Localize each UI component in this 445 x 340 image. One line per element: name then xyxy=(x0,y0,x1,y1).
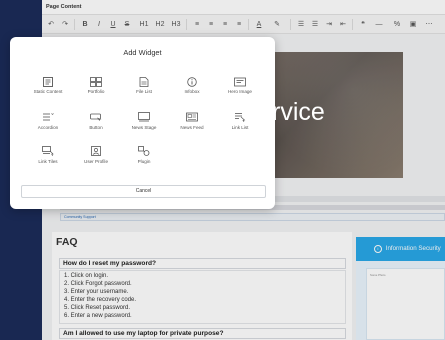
plugin-icon[interactable] xyxy=(138,146,150,156)
dialog-title: Add Widget xyxy=(123,48,162,57)
news-stage-icon[interactable] xyxy=(138,112,150,122)
widget-link-tiles[interactable]: Link Tiles xyxy=(23,159,73,164)
widget-accordion[interactable]: Accordion xyxy=(23,125,73,130)
widget-static-content[interactable]: Static Content xyxy=(23,89,73,94)
link-list-icon[interactable] xyxy=(234,112,246,122)
infobox-icon[interactable] xyxy=(186,77,198,87)
widget-plugin[interactable]: Plugin xyxy=(119,159,169,164)
add-widget-dialog xyxy=(10,37,275,209)
widget-user-profile[interactable]: User Profile xyxy=(71,159,121,164)
hero-text: rvice xyxy=(272,98,325,126)
widget-news-feed[interactable]: News Feed xyxy=(167,125,217,130)
accordion-icon[interactable] xyxy=(42,112,54,122)
widget-news-stage[interactable]: News Stage xyxy=(119,125,169,130)
widget-file-list[interactable]: File List xyxy=(119,89,169,94)
static-content-icon[interactable] xyxy=(42,77,54,87)
hero-image-icon[interactable] xyxy=(234,77,246,87)
portfolio-icon[interactable] xyxy=(90,77,102,87)
news-feed-icon[interactable] xyxy=(186,112,198,122)
widget-button[interactable]: Button xyxy=(71,125,121,130)
widget-link-list[interactable]: Link List xyxy=(215,125,265,130)
cancel-button[interactable]: Cancel xyxy=(21,185,266,198)
widget-portfolio[interactable]: Portfolio xyxy=(71,89,121,94)
file-list-icon[interactable] xyxy=(138,77,150,87)
button-icon[interactable] xyxy=(90,112,102,122)
widget-infobox[interactable]: Infobox xyxy=(167,89,217,94)
widget-hero-image[interactable]: Hero Image xyxy=(215,89,265,94)
user-profile-icon[interactable] xyxy=(90,146,102,156)
link-tiles-icon[interactable] xyxy=(42,146,54,156)
